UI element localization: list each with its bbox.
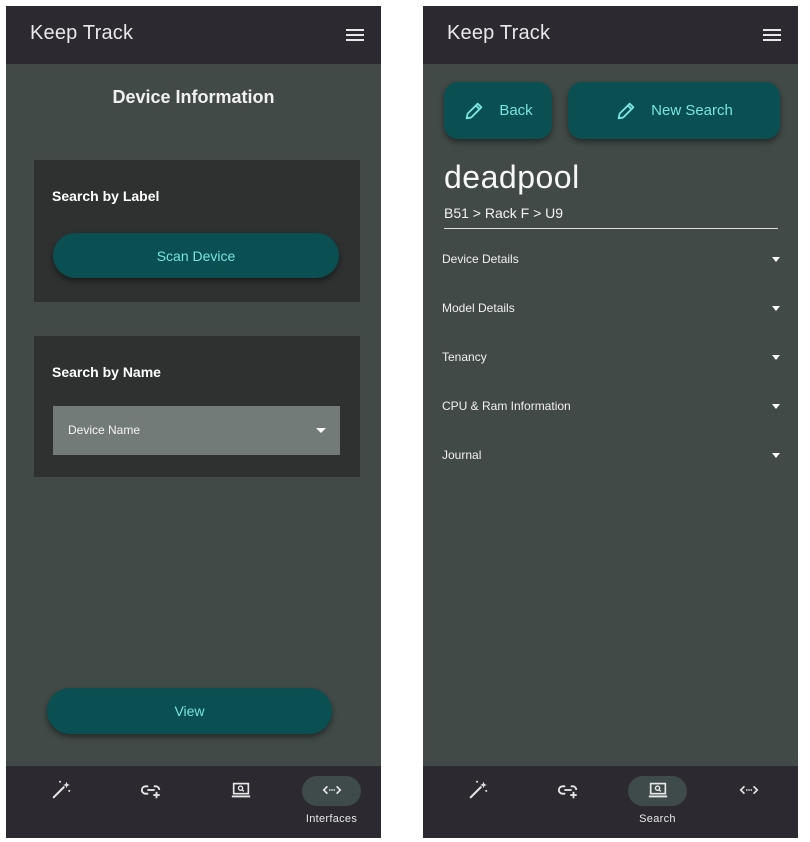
app-title: Keep Track	[30, 22, 134, 44]
accordion-label: Tenancy	[442, 350, 487, 364]
device-detail-screen: Keep Track Back New Search deadpool B51 …	[423, 6, 798, 838]
device-location-breadcrumb: B51 > Rack F > U9	[444, 205, 564, 221]
nav-label-search: Search	[639, 813, 676, 825]
page-title: Device Information	[112, 87, 275, 107]
bottom-navigation: Interfaces	[6, 766, 381, 838]
device-information-screen: Keep Track Device Information Search by …	[6, 6, 381, 838]
view-button[interactable]: View	[47, 688, 332, 734]
new-search-button-label: New Search	[651, 102, 733, 119]
device-name-heading: deadpool	[444, 159, 580, 195]
nav-item-search[interactable]	[194, 766, 287, 838]
view-button-label: View	[174, 703, 205, 719]
nav-item-wand[interactable]	[14, 766, 107, 838]
chevron-down-icon	[772, 453, 780, 458]
nav-item-interfaces[interactable]: Interfaces	[285, 766, 378, 838]
laptop-search-icon	[648, 782, 668, 798]
nav-item-interfaces[interactable]	[702, 766, 795, 838]
chevron-down-icon	[772, 355, 780, 360]
accordion-tenancy[interactable]: Tenancy	[442, 344, 780, 370]
scan-device-button[interactable]: Scan Device	[53, 233, 339, 278]
code-arrows-icon	[322, 785, 342, 795]
scan-device-button-label: Scan Device	[156, 247, 236, 264]
nav-item-search[interactable]: Search	[611, 766, 704, 838]
app-bar: Keep Track	[423, 6, 798, 64]
accordion-label: Device Details	[442, 252, 519, 266]
bottom-navigation: Search	[423, 766, 798, 838]
nav-label-interfaces: Interfaces	[305, 813, 358, 825]
pencil-icon	[466, 102, 483, 119]
divider	[444, 228, 778, 229]
accordion-model-details[interactable]: Model Details	[442, 295, 780, 321]
search-by-name-card: Search by Name Device Name	[34, 336, 360, 477]
hamburger-menu-icon[interactable]	[760, 23, 784, 47]
search-by-name-title: Search by Name	[52, 364, 161, 380]
search-by-label-card: Search by Label Scan Device	[34, 160, 360, 302]
code-arrows-icon	[739, 785, 759, 795]
link-add-icon	[140, 785, 161, 799]
laptop-search-icon	[231, 782, 251, 798]
new-search-button[interactable]: New Search	[568, 82, 780, 139]
hamburger-menu-icon[interactable]	[343, 23, 367, 47]
device-name-select-value: Device Name	[68, 423, 141, 437]
accordion-label: Journal	[442, 448, 482, 462]
device-name-select[interactable]: Device Name	[53, 406, 340, 455]
nav-item-link[interactable]	[521, 766, 614, 838]
chevron-down-icon	[316, 428, 326, 433]
accordion-device-details[interactable]: Device Details	[442, 246, 780, 272]
app-bar: Keep Track	[6, 6, 381, 64]
nav-item-link[interactable]	[104, 766, 197, 838]
chevron-down-icon	[772, 404, 780, 409]
nav-item-wand[interactable]	[431, 766, 524, 838]
chevron-down-icon	[772, 306, 780, 311]
back-button[interactable]: Back	[444, 82, 552, 139]
pencil-icon	[617, 102, 635, 119]
magic-wand-icon	[469, 780, 488, 799]
link-add-icon	[557, 785, 578, 799]
chevron-down-icon	[772, 257, 780, 262]
back-button-label: Back	[499, 102, 533, 119]
accordion-label: Model Details	[442, 301, 515, 315]
accordion-label: CPU & Ram Information	[442, 399, 571, 413]
magic-wand-icon	[52, 780, 71, 799]
search-by-label-title: Search by Label	[52, 188, 160, 204]
accordion-journal[interactable]: Journal	[442, 442, 780, 468]
accordion-cpu-ram[interactable]: CPU & Ram Information	[442, 393, 780, 419]
app-title: Keep Track	[447, 22, 551, 44]
